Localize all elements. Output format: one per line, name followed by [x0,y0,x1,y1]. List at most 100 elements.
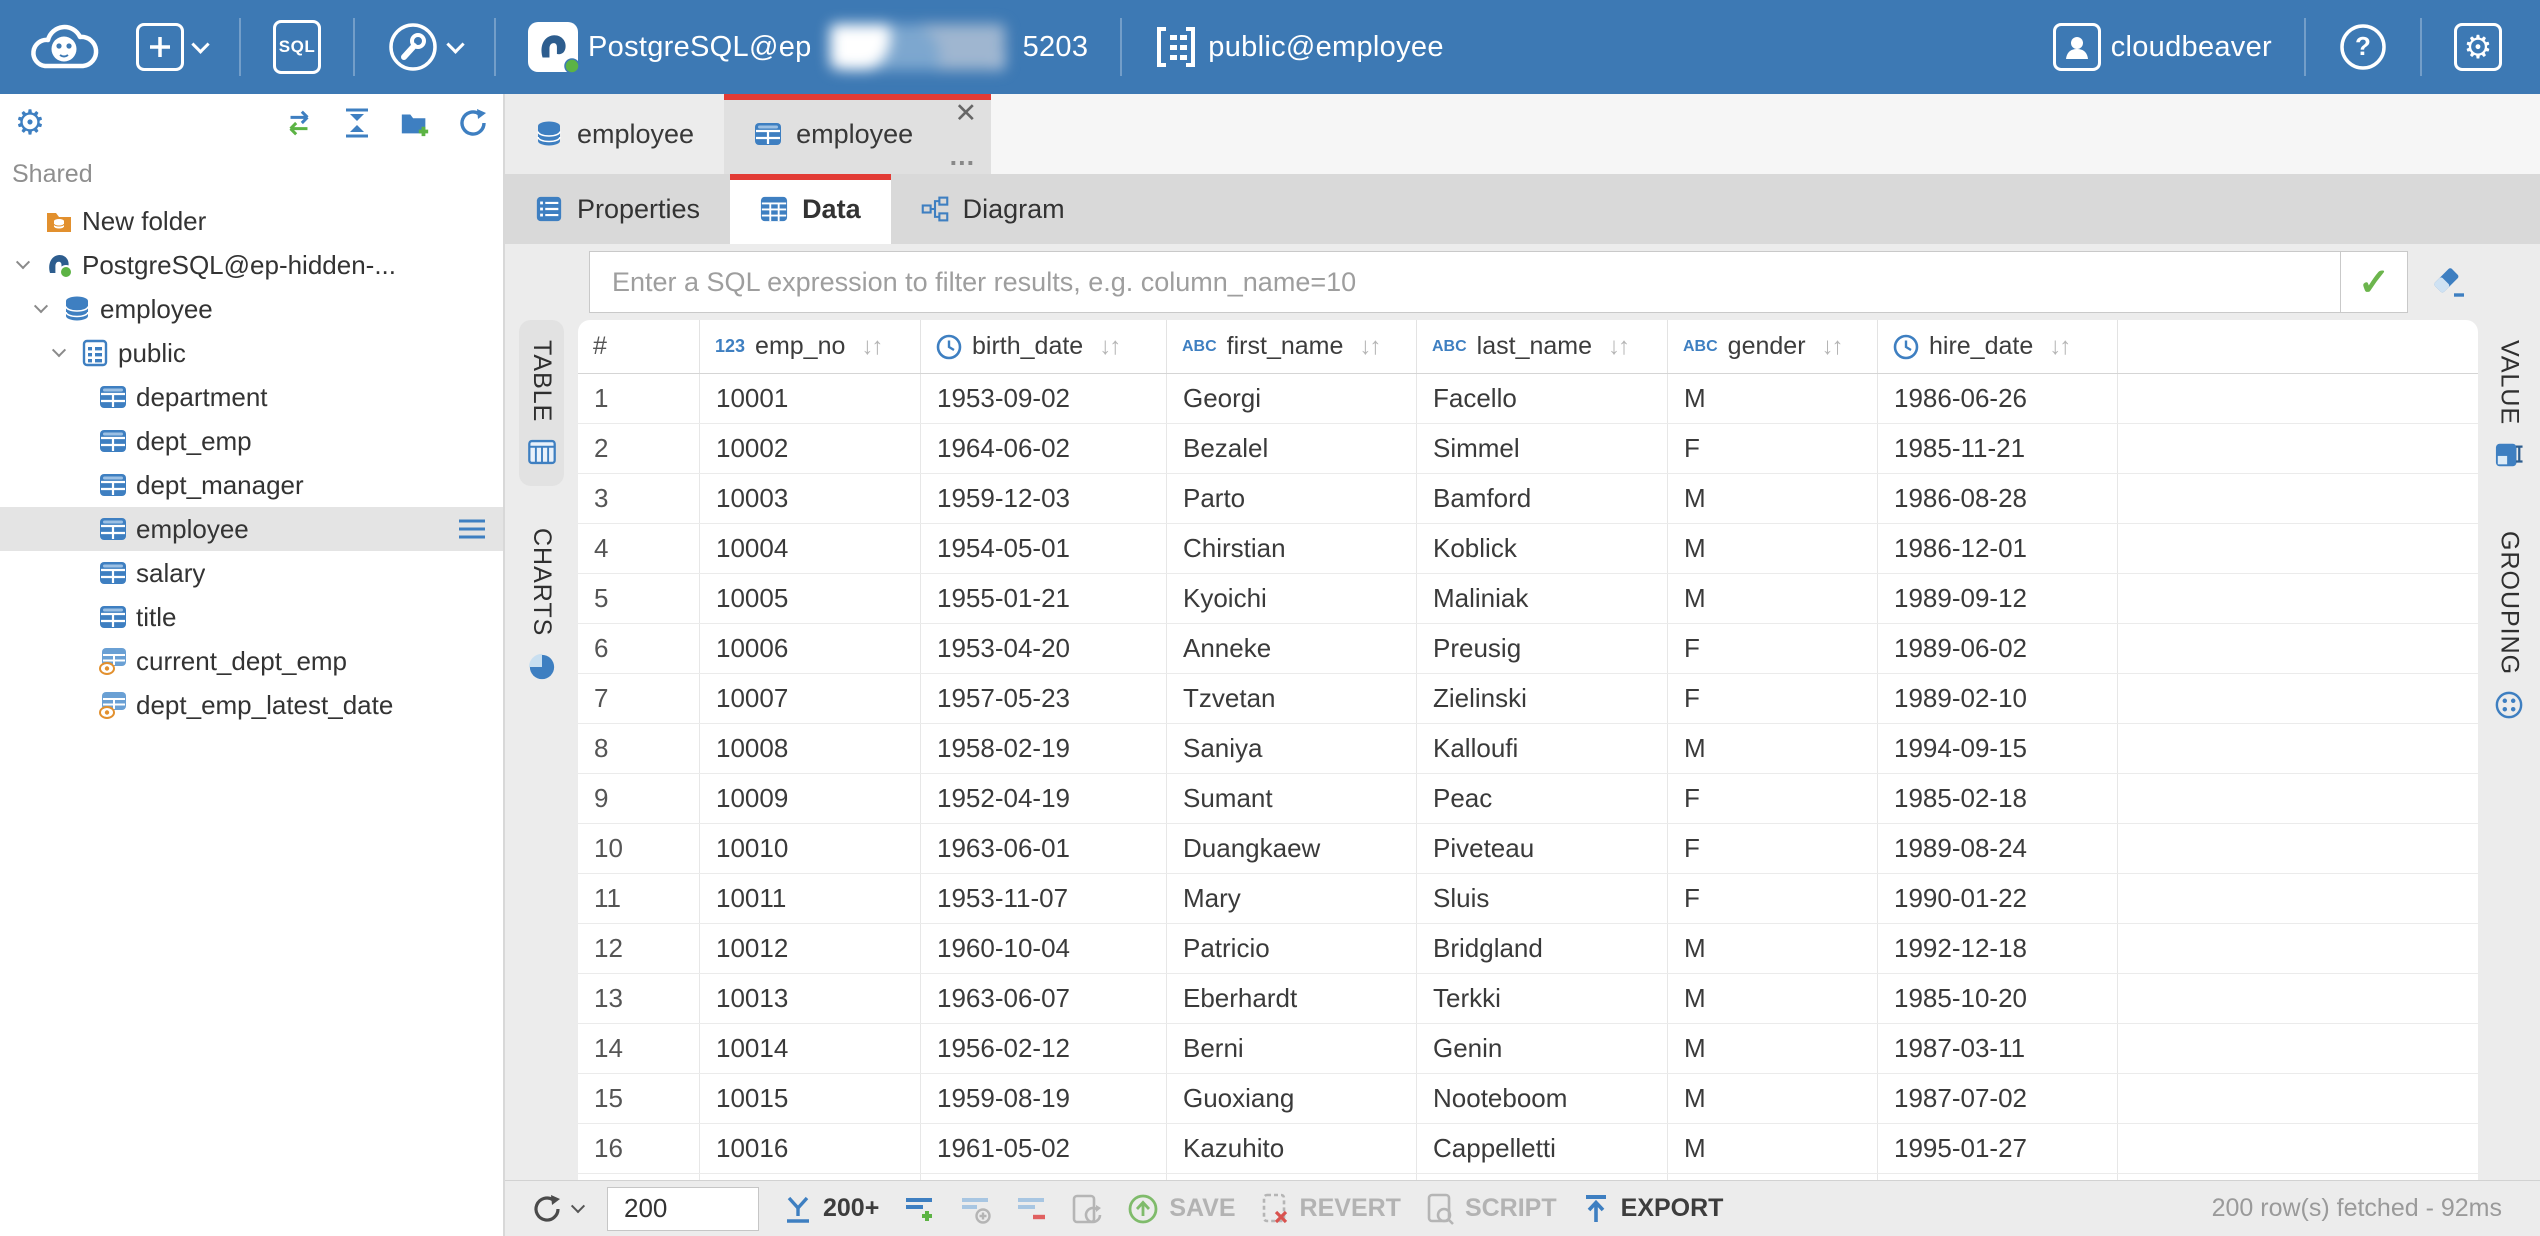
gender-cell[interactable]: M [1668,474,1878,523]
first-name-cell[interactable]: Anneke [1167,624,1417,673]
hire-date-cell[interactable]: 1989-08-24 [1878,824,2118,873]
editor-tab[interactable]: employee ✕ ... [724,94,991,174]
first-name-cell[interactable]: Mary [1167,874,1417,923]
birth-date-cell[interactable]: 1960-10-04 [921,924,1167,973]
hire-date-cell[interactable]: 1995-01-27 [1878,1124,2118,1173]
hire-date-cell[interactable]: 1986-08-28 [1878,474,2118,523]
gender-cell[interactable]: M [1668,724,1878,773]
hire-date-cell[interactable]: 1986-12-01 [1878,524,2118,573]
gender-cell[interactable]: M [1668,524,1878,573]
user-menu[interactable]: cloudbeaver [2039,0,2286,94]
revert-button[interactable]: REVERT [1260,1193,1401,1225]
tree-item[interactable]: PostgreSQL@ep-hidden-... [0,243,503,287]
schema-selector[interactable]: public@employee [1140,0,1457,94]
birth-date-cell[interactable]: 1954-05-01 [921,524,1167,573]
row-index-cell[interactable]: 1 [578,374,700,423]
tree-item[interactable]: public [0,331,503,375]
emp-no-cell[interactable]: 10013 [700,974,921,1023]
object-view-tab[interactable]: Data [730,174,891,244]
first-name-cell[interactable]: Eberhardt [1167,974,1417,1023]
apply-filter-button[interactable]: ✓ [2340,251,2408,313]
emp-no-cell[interactable]: 10007 [700,674,921,723]
row-index-cell[interactable]: 8 [578,724,700,773]
first-name-cell[interactable]: Tzvetan [1167,674,1417,723]
last-name-cell[interactable]: Nooteboom [1417,1074,1668,1123]
row-index-cell[interactable]: 14 [578,1024,700,1073]
add-row-button[interactable] [903,1194,935,1224]
birth-date-cell[interactable]: 1958-02-19 [921,724,1167,773]
last-name-cell[interactable]: Genin [1417,1024,1668,1073]
last-name-cell[interactable]: Preusig [1417,624,1668,673]
sort-icon[interactable]: ↓↑ [1822,333,1842,361]
row-index-cell[interactable]: 4 [578,524,700,573]
row-index-cell[interactable]: 7 [578,674,700,723]
gender-cell[interactable]: M [1668,1124,1878,1173]
close-icon[interactable]: ✕ [955,98,978,129]
last-name-cell[interactable]: Koblick [1417,524,1668,573]
birth-date-cell[interactable]: 1953-04-20 [921,624,1167,673]
gender-cell[interactable]: F [1668,874,1878,923]
column-header[interactable]: ABC last_name ↓↑ [1417,320,1668,373]
hire-date-cell[interactable]: 1994-09-15 [1878,724,2118,773]
first-name-cell[interactable]: Berni [1167,1024,1417,1073]
emp-no-cell[interactable]: 10014 [700,1024,921,1073]
expander-chevron-icon[interactable] [46,344,72,362]
table-row[interactable]: 11 10011 1953-11-07 Mary Sluis F 1990-01… [578,874,2478,924]
last-name-cell[interactable]: Terkki [1417,974,1668,1023]
first-name-cell[interactable]: Kyoichi [1167,574,1417,623]
gender-cell[interactable]: M [1668,1024,1878,1073]
first-name-cell[interactable]: Patricio [1167,924,1417,973]
emp-no-cell[interactable]: 10006 [700,624,921,673]
panel-tab[interactable]: GROUPING [2487,511,2532,739]
emp-no-cell[interactable]: 10002 [700,424,921,473]
last-name-cell[interactable]: Kalloufi [1417,724,1668,773]
sort-icon[interactable]: ↓↑ [2049,333,2069,361]
auto-refresh-button[interactable] [1071,1193,1103,1225]
row-index-cell[interactable]: 9 [578,774,700,823]
sort-icon[interactable]: ↓↑ [861,333,881,361]
emp-no-cell[interactable]: 10003 [700,474,921,523]
hire-date-cell[interactable]: 1985-10-20 [1878,974,2118,1023]
gender-cell[interactable]: M [1668,974,1878,1023]
emp-no-cell[interactable]: 10012 [700,924,921,973]
birth-date-cell[interactable]: 1963-06-01 [921,824,1167,873]
hire-date-cell[interactable]: 1989-09-12 [1878,574,2118,623]
presentation-tab[interactable]: CHARTS [519,508,564,700]
table-row[interactable]: 7 10007 1957-05-23 Tzvetan Zielinski F 1… [578,674,2478,724]
row-index-cell[interactable]: 5 [578,574,700,623]
sort-icon[interactable]: ↓↑ [1099,333,1119,361]
emp-no-cell[interactable]: 10008 [700,724,921,773]
fetch-size-input[interactable] [607,1187,759,1231]
script-button[interactable]: SCRIPT [1425,1193,1557,1225]
row-index-cell[interactable]: 3 [578,474,700,523]
table-row[interactable]: 9 10009 1952-04-19 Sumant Peac F 1985-02… [578,774,2478,824]
presentation-tab[interactable]: TABLE [519,320,564,486]
column-header[interactable]: ABC first_name ↓↑ [1167,320,1417,373]
gender-cell[interactable]: M [1668,1074,1878,1123]
fetch-more-button[interactable]: 200+ [783,1194,879,1224]
emp-no-cell[interactable]: 10005 [700,574,921,623]
hire-date-cell[interactable]: 1989-02-10 [1878,674,2118,723]
tree-item[interactable]: department [0,375,503,419]
hire-date-cell[interactable]: 1986-06-26 [1878,374,2118,423]
export-button[interactable]: EXPORT [1581,1193,1724,1225]
birth-date-cell[interactable]: 1961-05-02 [921,1124,1167,1173]
first-name-cell[interactable]: Kazuhito [1167,1124,1417,1173]
save-button[interactable]: SAVE [1127,1193,1235,1225]
hire-date-cell[interactable]: 1990-01-22 [1878,874,2118,923]
last-name-cell[interactable]: Sluis [1417,874,1668,923]
help-button[interactable]: ? [2324,0,2402,94]
table-row[interactable]: 15 10015 1959-08-19 Guoxiang Nooteboom M… [578,1074,2478,1124]
tree-item[interactable]: New folder [0,199,503,243]
emp-no-cell[interactable]: 10010 [700,824,921,873]
table-row[interactable]: 12 10012 1960-10-04 Patricio Bridgland M… [578,924,2478,974]
emp-no-cell[interactable]: 10011 [700,874,921,923]
hire-date-cell[interactable]: 1985-11-21 [1878,424,2118,473]
sql-filter-input[interactable] [589,251,2340,313]
birth-date-cell[interactable]: 1957-05-23 [921,674,1167,723]
last-name-cell[interactable]: Zielinski [1417,674,1668,723]
column-header[interactable]: 123 emp_no ↓↑ [700,320,921,373]
new-object-button[interactable] [122,0,221,94]
table-row[interactable]: 2 10002 1964-06-02 Bezalel Simmel F 1985… [578,424,2478,474]
table-row[interactable]: 8 10008 1958-02-19 Saniya Kalloufi M 199… [578,724,2478,774]
